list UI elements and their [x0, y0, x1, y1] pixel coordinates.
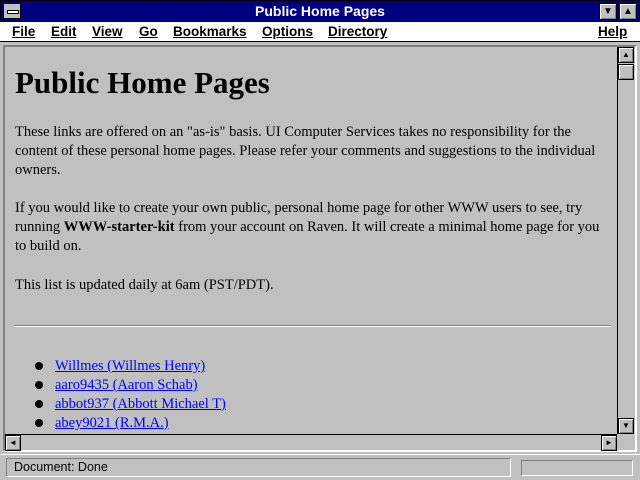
- menu-bookmarks[interactable]: Bookmarks: [173, 23, 247, 40]
- horizontal-rule: [15, 325, 611, 327]
- vertical-scroll-thumb[interactable]: [618, 64, 634, 80]
- bullet-icon: [35, 381, 43, 389]
- title-bar[interactable]: Public Home Pages ▼ ▲: [0, 0, 640, 22]
- maximize-button[interactable]: ▲: [619, 3, 637, 20]
- home-page-link[interactable]: aaro9435 (Aaron Schab): [55, 376, 198, 395]
- bullet-icon: [35, 362, 43, 370]
- scroll-down-button[interactable]: ▼: [618, 418, 634, 434]
- progress-indicator: [521, 460, 633, 476]
- page-heading: Public Home Pages: [15, 65, 270, 100]
- menu-directory[interactable]: Directory: [328, 23, 387, 40]
- menu-bar: File Edit View Go Bookmarks Options Dire…: [0, 22, 640, 42]
- menu-edit[interactable]: Edit: [51, 23, 77, 40]
- menu-options[interactable]: Options: [262, 23, 313, 40]
- bullet-icon: [35, 419, 43, 427]
- horizontal-scrollbar[interactable]: ◄ ►: [5, 434, 617, 451]
- update-note: This list is updated daily at 6am (PST/P…: [15, 277, 274, 293]
- home-page-link[interactable]: Willmes (Willmes Henry): [55, 357, 205, 376]
- instructions-paragraph: If you would like to create your own pub…: [15, 199, 611, 256]
- bullet-icon: [35, 400, 43, 408]
- menu-help[interactable]: Help: [598, 23, 627, 40]
- minimize-button[interactable]: ▼: [599, 3, 617, 20]
- menu-file[interactable]: File: [12, 23, 35, 40]
- page-content: Public Home Pages These links are offere…: [5, 47, 617, 434]
- scrollbar-corner: [617, 434, 635, 450]
- document-viewport: Public Home Pages These links are offere…: [3, 45, 637, 452]
- menu-view[interactable]: View: [92, 23, 123, 40]
- home-page-link[interactable]: abbot937 (Abbott Michael T): [55, 395, 226, 414]
- status-message: Document: Done: [6, 458, 511, 477]
- home-page-link[interactable]: abey9021 (R.M.A.): [55, 414, 169, 433]
- starter-kit-command: WWW-starter-kit: [63, 219, 175, 235]
- scroll-left-button[interactable]: ◄: [5, 435, 21, 451]
- window-title: Public Home Pages: [255, 3, 385, 19]
- menu-go[interactable]: Go: [139, 23, 158, 40]
- scroll-right-button[interactable]: ►: [601, 435, 617, 451]
- disclaimer-paragraph: These links are offered on an "as-is" ba…: [15, 124, 596, 178]
- scroll-up-button[interactable]: ▲: [618, 47, 634, 63]
- status-bar: Document: Done: [0, 454, 640, 480]
- vertical-scrollbar[interactable]: ▲ ▼: [617, 47, 635, 434]
